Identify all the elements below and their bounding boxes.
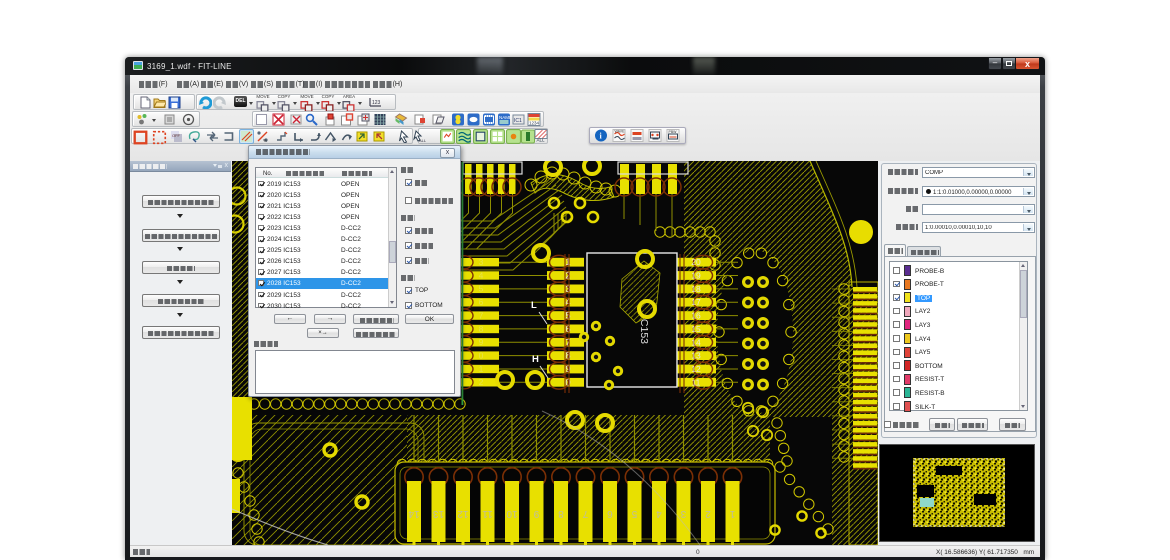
svg-text:6: 6 <box>607 508 613 519</box>
svg-text:7: 7 <box>565 337 570 348</box>
svg-text:2: 2 <box>565 271 570 282</box>
svg-text:12: 12 <box>457 508 469 519</box>
svg-text:0: 0 <box>565 377 570 388</box>
svg-text:14: 14 <box>691 337 701 347</box>
svg-text:12: 12 <box>691 364 701 374</box>
svg-text:11: 11 <box>482 508 493 519</box>
svg-text:18: 18 <box>691 284 701 294</box>
svg-text:H: H <box>532 354 539 365</box>
svg-text:9: 9 <box>533 508 539 519</box>
svg-text:16: 16 <box>691 311 701 321</box>
svg-text:2: 2 <box>479 377 484 387</box>
svg-text:%: % <box>263 138 267 143</box>
svg-text:1: 1 <box>479 364 484 374</box>
svg-text:13: 13 <box>433 508 445 519</box>
svg-text:ALL: ALL <box>537 138 546 143</box>
svg-text:ALL: ALL <box>419 138 427 143</box>
svg-text:0: 0 <box>479 350 484 360</box>
svg-text:3: 3 <box>479 257 484 267</box>
svg-text:1: 1 <box>565 257 570 268</box>
svg-text:4: 4 <box>565 297 570 308</box>
svg-text:9: 9 <box>565 364 570 375</box>
svg-text:1234: 1234 <box>529 121 540 126</box>
svg-text:7: 7 <box>479 310 484 320</box>
svg-text:IC1: IC1 <box>514 118 522 124</box>
svg-text:1: 1 <box>729 508 735 519</box>
svg-text:2: 2 <box>705 508 711 519</box>
svg-text:6: 6 <box>479 297 484 307</box>
svg-text:5: 5 <box>565 311 570 322</box>
svg-text:10: 10 <box>506 508 518 519</box>
svg-text:8: 8 <box>558 508 564 519</box>
svg-text:6: 6 <box>565 324 570 335</box>
svg-text:7: 7 <box>582 508 588 519</box>
svg-text:8: 8 <box>479 324 484 334</box>
svg-text:20: 20 <box>691 257 701 267</box>
svg-text:123: 123 <box>372 100 381 106</box>
svg-text:5: 5 <box>631 508 637 519</box>
svg-text:OFF: OFF <box>172 133 181 138</box>
svg-text:5: 5 <box>479 284 484 294</box>
svg-text:NAME: NAME <box>499 115 511 120</box>
svg-text:13: 13 <box>691 351 701 361</box>
svg-text:14: 14 <box>408 508 420 519</box>
svg-text:4: 4 <box>656 508 662 519</box>
svg-text:15: 15 <box>691 324 701 334</box>
svg-text:4: 4 <box>479 270 484 280</box>
svg-text:11: 11 <box>692 377 701 387</box>
svg-text:8: 8 <box>565 351 570 362</box>
svg-text:3: 3 <box>565 284 570 295</box>
svg-text:WAVE: WAVE <box>615 130 626 134</box>
svg-text:19: 19 <box>691 271 701 281</box>
svg-text:17: 17 <box>691 297 701 307</box>
svg-text:L: L <box>531 300 537 311</box>
svg-text:9: 9 <box>479 337 484 347</box>
svg-text:PBW: PBW <box>669 130 678 134</box>
svg-text:3: 3 <box>680 508 686 519</box>
